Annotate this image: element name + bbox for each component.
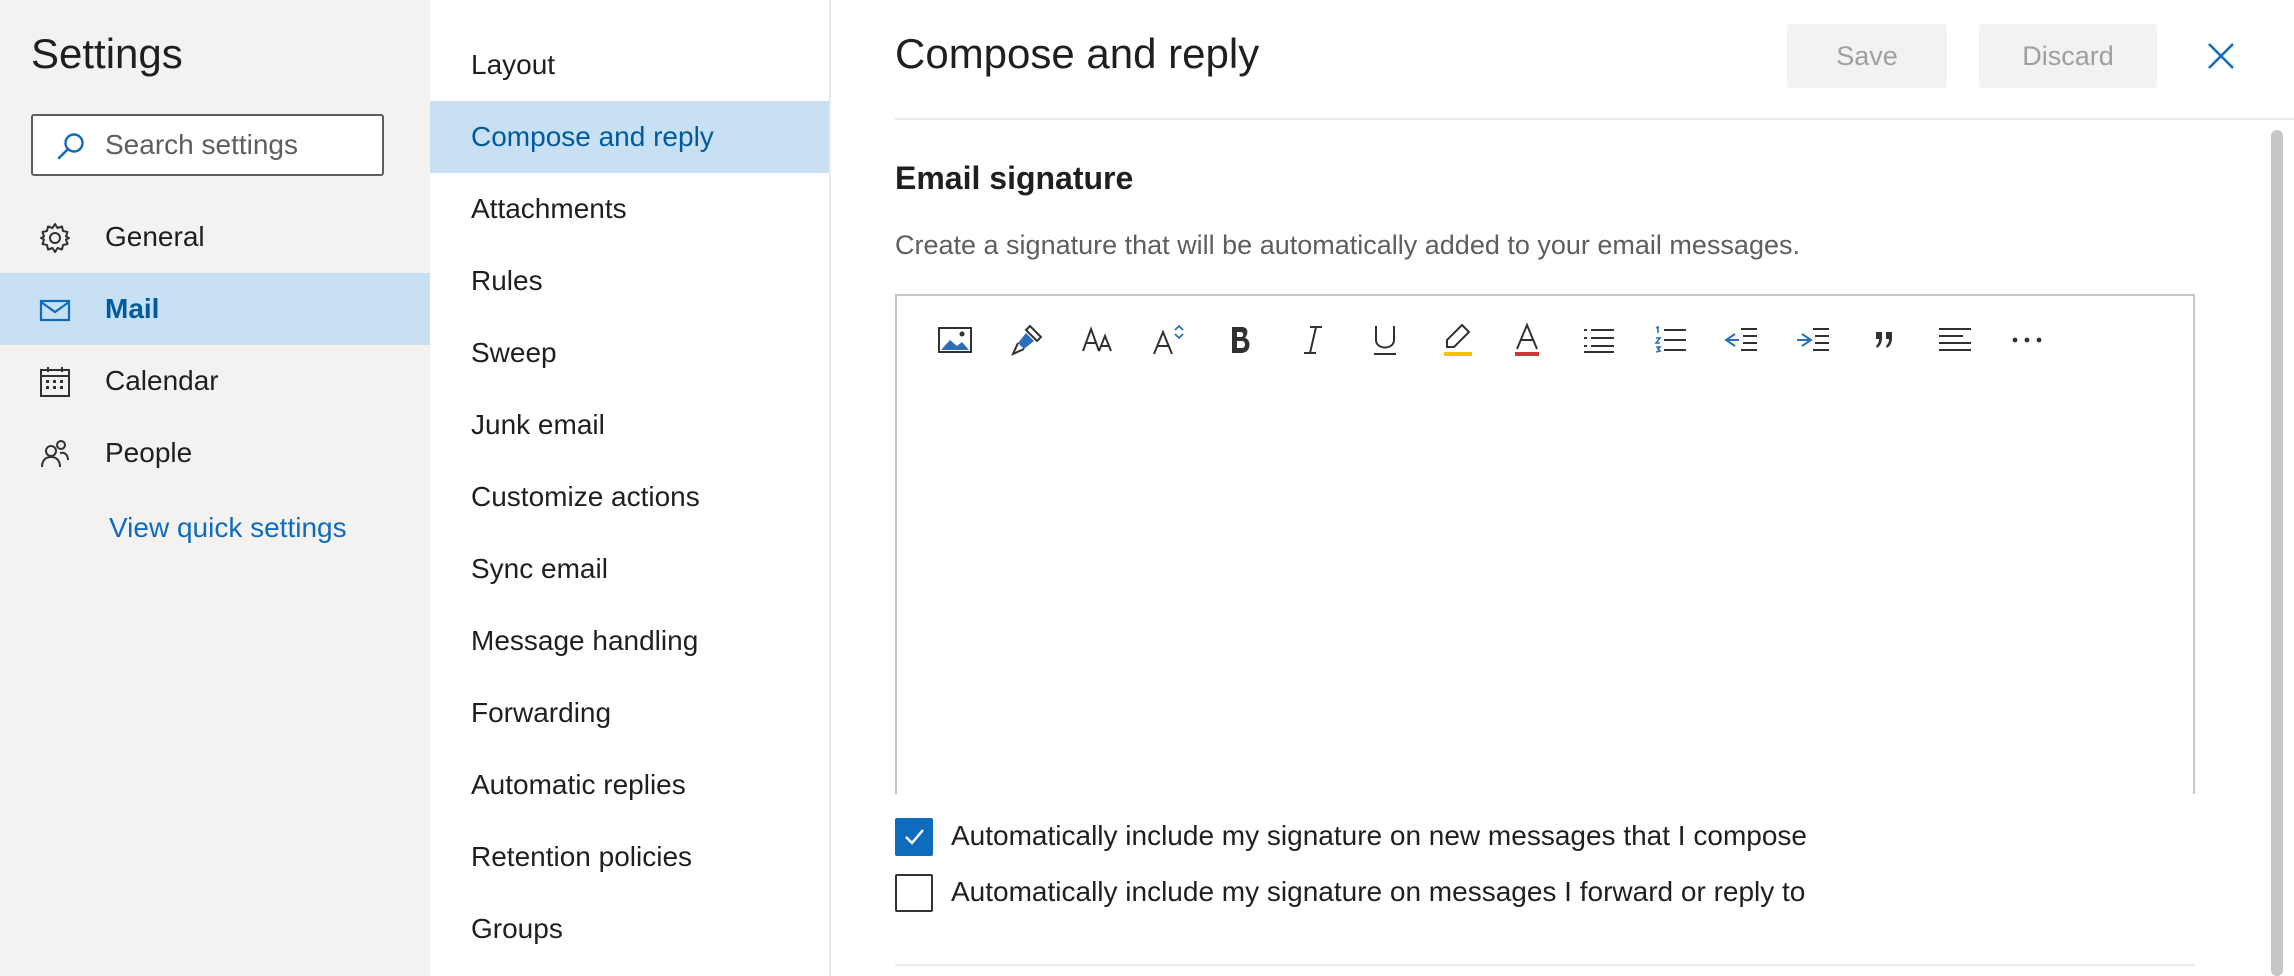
section-divider — [895, 964, 2195, 966]
include-signature-forward-reply-checkbox[interactable] — [895, 874, 933, 912]
font-button[interactable] — [1077, 318, 1121, 362]
discard-button[interactable]: Discard — [1979, 24, 2157, 88]
sidebar-item-label: General — [105, 221, 205, 252]
formatting-toolbar — [897, 296, 2193, 376]
include-signature-new-messages[interactable]: Automatically include my signature on ne… — [895, 818, 1895, 858]
sidebar-item-label: Mail — [105, 293, 160, 324]
subnav-item-label: Groups — [471, 913, 563, 944]
checkbox-label: Automatically include my signature on me… — [951, 876, 1806, 907]
subnav-item-compose-and-reply[interactable]: Compose and reply — [430, 101, 829, 173]
subnav-item-label: Forwarding — [471, 697, 612, 728]
sidebar-item-people[interactable]: People — [0, 417, 430, 489]
subnav-item-message-handling[interactable]: Message handling — [430, 605, 829, 677]
quote-button[interactable] — [1863, 318, 1907, 362]
subnav-item-rules[interactable]: Rules — [430, 245, 829, 317]
subnav-item-label: Layout — [471, 49, 556, 80]
decrease-indent-button[interactable] — [1719, 318, 1763, 362]
subnav-item-customize-actions[interactable]: Customize actions — [430, 461, 829, 533]
header-divider — [895, 118, 2294, 120]
checkmark-icon — [905, 829, 924, 845]
subnav-item-label: Junk email — [471, 409, 605, 440]
insert-picture-button[interactable] — [933, 318, 977, 362]
settings-title: Settings — [31, 30, 183, 77]
subnav-item-label: Message handling — [471, 625, 699, 656]
sidebar-item-label: Calendar — [105, 365, 219, 396]
main-content: Compose and reply Save Discard Email sig… — [831, 0, 2294, 976]
font-size-button[interactable] — [1147, 318, 1191, 362]
italic-icon — [1304, 326, 1322, 354]
bold-button[interactable] — [1219, 318, 1263, 362]
subnav-item-forwarding[interactable]: Forwarding — [430, 677, 829, 749]
include-signature-forward-reply[interactable]: Automatically include my signature on me… — [895, 874, 1895, 914]
decrease-indent-icon — [1724, 328, 1757, 351]
increase-indent-icon — [1797, 328, 1829, 351]
page-title: Compose and reply — [895, 30, 1260, 77]
increase-indent-button[interactable] — [1791, 318, 1835, 362]
subnav-item-retention-policies[interactable]: Retention policies — [430, 821, 829, 893]
font-color-icon — [1515, 322, 1539, 356]
settings-sidebar: Settings General Mail — [0, 0, 430, 976]
more-options-icon — [2012, 337, 2042, 343]
calendar-icon — [40, 367, 70, 397]
numbering-icon — [1654, 325, 1686, 353]
signature-editor — [895, 294, 2195, 794]
search-settings-box[interactable] — [31, 114, 384, 176]
subnav-item-label: Compose and reply — [471, 121, 714, 152]
search-input[interactable] — [105, 126, 365, 164]
mail-subnav: Layout Compose and reply Attachments Rul… — [430, 0, 831, 976]
bullets-button[interactable] — [1577, 318, 1621, 362]
section-description: Create a signature that will be automati… — [895, 230, 1800, 260]
format-painter-icon — [1010, 324, 1043, 357]
bold-icon — [1232, 327, 1250, 353]
subnav-item-layout[interactable]: Layout — [430, 29, 829, 101]
mail-icon — [39, 299, 71, 322]
numbering-button[interactable] — [1649, 318, 1693, 362]
signature-text-area[interactable] — [897, 376, 2193, 794]
italic-button[interactable] — [1291, 318, 1335, 362]
align-icon — [1939, 328, 1971, 351]
subnav-item-label: Rules — [471, 265, 543, 296]
bullets-icon — [1584, 329, 1614, 353]
font-size-icon — [1153, 324, 1184, 355]
close-icon[interactable] — [2201, 36, 2241, 76]
subnav-item-groups[interactable]: Groups — [430, 893, 829, 965]
highlight-button[interactable] — [1435, 318, 1479, 362]
underline-button[interactable] — [1363, 318, 1407, 362]
subnav-item-sweep[interactable]: Sweep — [430, 317, 829, 389]
subnav-item-sync-email[interactable]: Sync email — [430, 533, 829, 605]
highlight-icon — [1444, 323, 1472, 356]
subnav-item-junk-email[interactable]: Junk email — [430, 389, 829, 461]
sidebar-item-calendar[interactable]: Calendar — [0, 345, 430, 417]
font-icon — [1082, 326, 1112, 352]
checkbox-label: Automatically include my signature on ne… — [951, 820, 1807, 851]
underline-icon — [1374, 326, 1396, 355]
people-icon — [41, 440, 69, 468]
sidebar-item-general[interactable]: General — [0, 201, 430, 273]
font-color-button[interactable] — [1505, 318, 1549, 362]
sidebar-item-label: People — [105, 437, 193, 468]
gear-icon — [40, 223, 70, 253]
include-signature-new-messages-checkbox[interactable] — [895, 818, 933, 856]
subnav-item-label: Retention policies — [471, 841, 693, 872]
subnav-item-automatic-replies[interactable]: Automatic replies — [430, 749, 829, 821]
insert-picture-icon — [938, 327, 972, 353]
subnav-item-label: Automatic replies — [471, 769, 686, 800]
save-button[interactable]: Save — [1787, 24, 1947, 88]
subnav-item-label: Attachments — [471, 193, 627, 224]
subnav-item-label: Sync email — [471, 553, 608, 584]
content-scrollbar[interactable] — [2271, 130, 2283, 976]
subnav-item-label: Sweep — [471, 337, 557, 368]
view-quick-settings-link[interactable]: View quick settings — [109, 512, 347, 544]
section-title: Email signature — [895, 160, 1134, 196]
search-icon — [57, 133, 84, 160]
subnav-item-label: Customize actions — [471, 481, 700, 512]
align-button[interactable] — [1933, 318, 1977, 362]
subnav-item-attachments[interactable]: Attachments — [430, 173, 829, 245]
format-painter-button[interactable] — [1005, 318, 1049, 362]
quote-icon — [1876, 332, 1892, 348]
more-options-button[interactable] — [2005, 318, 2049, 362]
sidebar-item-mail[interactable]: Mail — [0, 273, 430, 345]
